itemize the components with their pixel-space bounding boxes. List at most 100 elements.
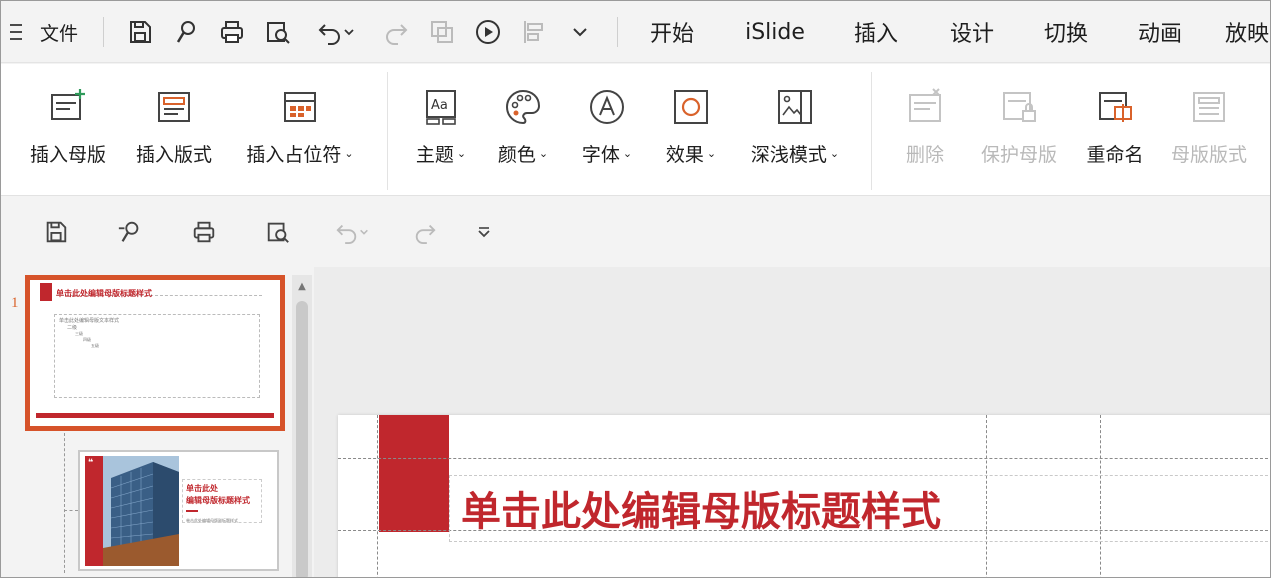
rename-button[interactable]: 重命名 [1077, 64, 1153, 196]
rename-label: 重命名 [1086, 144, 1144, 166]
qa-print-icon[interactable] [191, 217, 217, 247]
tab-animation[interactable]: 动画 [1129, 1, 1191, 63]
layout-thumbnail[interactable]: ❝ 单击此处 编辑母版标题样式 单击此处编辑母版副标题样式 [78, 450, 279, 571]
slide-canvas[interactable]: 单击此处编辑母版标题样式 [338, 415, 1270, 577]
thumb-body-level2: 二级 [67, 325, 78, 331]
chevron-down-icon: ⌄ [622, 147, 633, 160]
chevron-down-icon: ⌄ [706, 147, 717, 160]
tab-home[interactable]: 开始 [641, 1, 703, 63]
protect-master-button[interactable]: 保护母版 [971, 64, 1067, 196]
delete-master-label: 删除 [905, 144, 944, 166]
thumb-tree-line [64, 433, 65, 573]
redo-icon[interactable] [379, 1, 413, 63]
qa-customize-chevron-icon[interactable] [475, 217, 493, 247]
save-icon[interactable] [123, 1, 157, 63]
delete-master-button[interactable]: 删除 [889, 64, 961, 196]
insert-layout-label: 插入版式 [135, 144, 212, 166]
thumb-body-level1: 单击此处编辑母版文本样式 [59, 318, 120, 324]
tab-transition[interactable]: 切换 [1035, 1, 1097, 63]
font-button[interactable]: 字体 ⌄ [571, 64, 643, 196]
qa-redo-icon[interactable] [413, 217, 437, 247]
font-icon [587, 86, 627, 128]
file-menu[interactable]: 文件 [31, 1, 87, 63]
insert-layout-button[interactable]: 插入版式 [125, 64, 223, 196]
undo-button[interactable] [307, 1, 365, 63]
hamburger-menu-icon[interactable] [5, 1, 27, 63]
master-layout-icon [1189, 86, 1229, 128]
file-menu-label: 文件 [39, 22, 78, 45]
format-painter-icon[interactable] [169, 1, 203, 63]
tab-label: 设计 [949, 22, 994, 47]
tab-label: 开始 [649, 22, 694, 47]
slide-title[interactable]: 单击此处编辑母版标题样式 [461, 479, 941, 537]
copy-format-icon[interactable] [425, 1, 459, 63]
insert-master-icon [48, 86, 88, 128]
tab-label: iSlide [745, 19, 805, 45]
insert-layout-icon [154, 86, 194, 128]
tab-islide[interactable]: iSlide [735, 1, 815, 63]
chevron-down-icon: ⌄ [538, 147, 549, 160]
effect-icon [671, 86, 711, 128]
rename-icon [1095, 86, 1135, 128]
tab-label: 插入 [853, 22, 898, 47]
menu-divider [617, 17, 618, 47]
svg-text:Aa: Aa [431, 98, 448, 113]
chevron-down-icon [344, 29, 354, 36]
tab-label: 切换 [1043, 22, 1088, 47]
theme-icon: Aa [421, 86, 461, 128]
thumb2-guide [182, 479, 262, 523]
insert-placeholder-label: 插入占位符 [246, 144, 342, 166]
insert-master-label: 插入母版 [29, 144, 106, 166]
ribbon-divider [871, 72, 872, 190]
insert-master-button[interactable]: 插入母版 [19, 64, 117, 196]
menu-divider [103, 17, 104, 47]
thumb-tree-branch [64, 510, 78, 511]
theme-button[interactable]: Aa 主题 ⌄ [405, 64, 477, 196]
guide-line [338, 458, 1270, 459]
palette-icon [503, 86, 543, 128]
thumb-body-level3: 三级 [75, 331, 83, 336]
qa-save-icon[interactable] [43, 217, 69, 247]
quick-access-toolbar [1, 197, 1270, 267]
theme-label: 主题 [415, 144, 454, 166]
insert-placeholder-button[interactable]: 插入占位符 ⌄ [233, 64, 367, 196]
thumb-title: 单击此处编辑母版标题样式 [56, 289, 152, 298]
color-button[interactable]: 颜色 ⌄ [487, 64, 559, 196]
effect-button[interactable]: 效果 ⌄ [655, 64, 727, 196]
ribbon-toolbar: 插入母版 插入版式 插入占位符 ⌄ Aa 主题 ⌄ 颜色 ⌄ 字体 ⌄ 效果 ⌄… [1, 64, 1270, 196]
qa-print-preview-icon[interactable] [265, 217, 291, 247]
qa-undo-icon[interactable] [335, 217, 369, 247]
thumb-red-block [40, 283, 52, 301]
qa-format-painter-icon[interactable] [117, 217, 143, 247]
font-label: 字体 [581, 144, 620, 166]
thumb-body-placeholder: 单击此处编辑母版文本样式 二级 三级 四级 五级 [54, 314, 260, 398]
protect-master-icon [999, 86, 1039, 128]
light-dark-mode-icon [775, 86, 815, 128]
chevron-down-icon: ⌄ [456, 147, 467, 160]
tab-label: 动画 [1137, 22, 1182, 47]
light-dark-mode-button[interactable]: 深浅模式 ⌄ [737, 64, 853, 196]
menu-bar: 文件 开始 iSlide 插入 设计 切换 动画 放映 [1, 1, 1270, 63]
undo-icon [318, 24, 340, 45]
print-preview-icon[interactable] [261, 1, 295, 63]
thumb-bottom-bar [36, 413, 274, 418]
thumb-body-level5: 五级 [91, 343, 99, 348]
more-tools-chevron-icon[interactable] [565, 1, 595, 63]
thumbnail-scrollbar[interactable]: ▲ [292, 275, 312, 577]
master-thumbnail-selected[interactable]: 单击此处编辑母版标题样式 单击此处编辑母版文本样式 二级 三级 四级 五级 [25, 275, 285, 431]
scrollbar-thumb[interactable] [296, 301, 308, 577]
chevron-down-icon: ⌄ [829, 147, 840, 160]
slide-thumbnail-panel: 1 单击此处编辑母版标题样式 单击此处编辑母版文本样式 二级 三级 四级 五级 … [1, 267, 314, 577]
slide-canvas-area: 单击此处编辑母版标题样式 [314, 267, 1270, 577]
tab-design[interactable]: 设计 [941, 1, 1003, 63]
tab-insert[interactable]: 插入 [845, 1, 907, 63]
color-label: 颜色 [497, 144, 536, 166]
play-slideshow-icon[interactable] [471, 1, 505, 63]
quote-icon: ❝ [88, 458, 94, 468]
align-icon[interactable] [517, 1, 551, 63]
scroll-up-arrow-icon[interactable]: ▲ [292, 275, 312, 297]
building-photo [103, 456, 179, 566]
print-icon[interactable] [215, 1, 249, 63]
master-layout-button[interactable]: 母版版式 [1161, 64, 1257, 196]
tab-slideshow[interactable]: 放映 [1225, 1, 1270, 63]
